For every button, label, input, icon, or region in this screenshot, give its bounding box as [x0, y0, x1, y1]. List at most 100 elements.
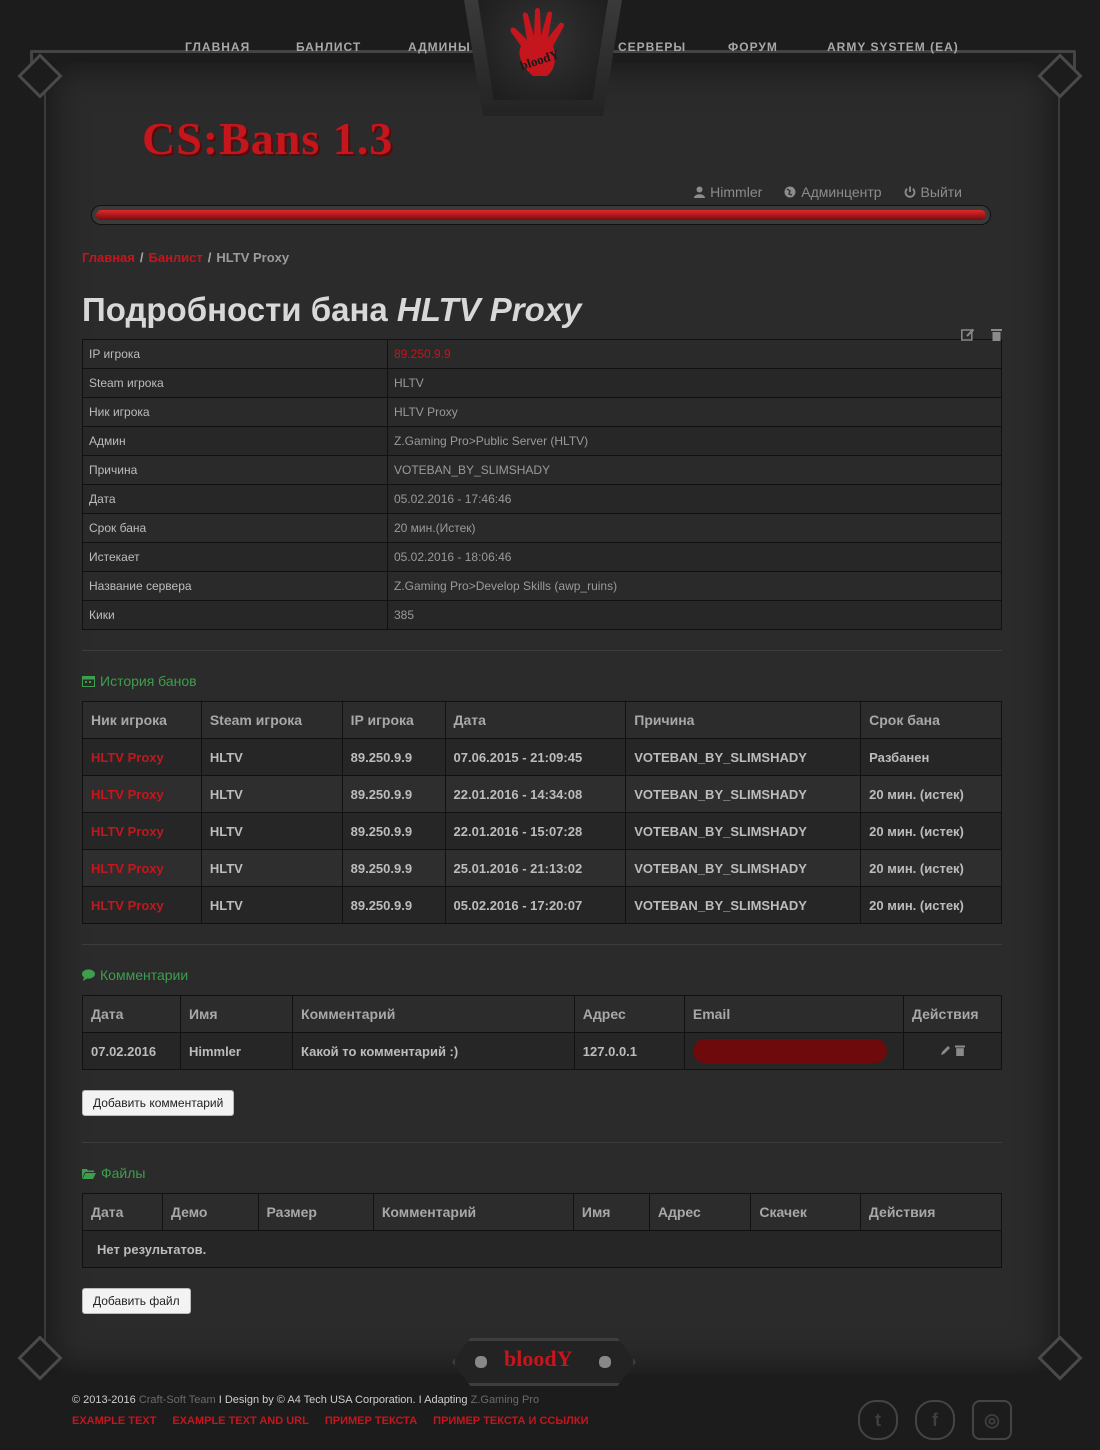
table-row: HLTV Proxy HLTV 89.250.9.9 22.01.2016 - 15:… — [82, 812, 1002, 850]
instagram-icon[interactable]: ◎ — [972, 1400, 1012, 1440]
table-cell: VOTEBAN_BY_SLIMSHADY — [625, 812, 862, 850]
table-cell: 22.01.2016 - 14:34:08 — [444, 775, 627, 813]
footer-adapter-link[interactable]: Z.Gaming Pro — [471, 1394, 539, 1406]
detail-label: Админ — [82, 426, 388, 456]
facebook-icon[interactable]: f — [915, 1400, 955, 1440]
footer-link[interactable]: ПРИМЕР ТЕКСТА И ССЫЛКИ — [433, 1415, 588, 1427]
divider — [82, 944, 1002, 945]
page-title-prefix: Подробности бана — [82, 291, 388, 328]
table-cell: 20 мин. (истек) — [860, 886, 1002, 924]
trash-icon[interactable] — [991, 328, 1002, 341]
column-header[interactable]: Комментарий — [372, 1193, 574, 1231]
files-title: Файлы — [101, 1165, 146, 1181]
breadcrumb-banlist[interactable]: Банлист — [149, 250, 203, 265]
files-section-title: Файлы — [82, 1165, 1002, 1181]
comment-email — [683, 1032, 905, 1070]
user-bar: Himmler Админцентр Выйти — [694, 184, 962, 200]
footer-design: I Design by © A4 Tech USA Corporation. I… — [218, 1394, 468, 1406]
table-cell: HLTV — [200, 849, 343, 887]
column-header[interactable]: Демо — [161, 1193, 259, 1231]
table-row: HLTV Proxy HLTV 89.250.9.9 05.02.2016 - 17:… — [82, 886, 1002, 924]
player-link[interactable]: HLTV Proxy — [82, 775, 202, 813]
column-header[interactable]: Комментарий — [292, 995, 575, 1033]
comment-name: Himmler — [179, 1032, 294, 1070]
table-row: HLTV Proxy HLTV 89.250.9.9 07.06.2015 - 21:… — [82, 738, 1002, 776]
column-header[interactable]: Действия — [859, 1193, 1003, 1231]
breadcrumb-separator: / — [207, 250, 212, 265]
column-header[interactable]: Дата — [82, 995, 181, 1033]
pencil-icon[interactable] — [940, 1045, 951, 1056]
nav-item-servers[interactable]: СЕРВЕРЫ — [618, 40, 686, 54]
nav-item-admins[interactable]: АДМИНЫ — [408, 40, 471, 54]
player-link[interactable]: HLTV Proxy — [82, 812, 202, 850]
footer-team-link[interactable]: Craft-Soft Team — [139, 1394, 216, 1406]
detail-value: 05.02.2016 - 17:46:46 — [387, 484, 1002, 514]
detail-label: Ник игрока — [82, 397, 388, 427]
calendar-icon — [82, 676, 95, 687]
screw-icon — [474, 1355, 488, 1369]
table-cell: 20 мин. (истек) — [860, 775, 1002, 813]
redacted-email — [692, 1039, 887, 1063]
twitter-icon[interactable]: t — [858, 1400, 898, 1440]
detail-row: Дата 05.02.2016 - 17:46:46 — [82, 484, 1002, 514]
detail-row: IP игрока 89.250.9.9 — [82, 339, 1002, 369]
column-header[interactable]: Дата — [444, 701, 627, 739]
column-header[interactable]: Email — [683, 995, 905, 1033]
nav-item-army-system[interactable]: ARMY SYSTEM (EA) — [827, 40, 959, 54]
column-header[interactable]: Действия — [903, 995, 1002, 1033]
column-header[interactable]: Скачек — [750, 1193, 861, 1231]
detail-label: Название сервера — [82, 571, 388, 601]
add-file-button[interactable]: Добавить файл — [82, 1288, 191, 1314]
footer-link[interactable]: EXAMPLE TEXT AND URL — [172, 1415, 309, 1427]
trash-icon[interactable] — [954, 1045, 965, 1056]
main-content: Главная / Банлист / HLTV Proxy Подробности б… — [82, 240, 1003, 1314]
column-header[interactable]: Имя — [179, 995, 294, 1033]
site-brand[interactable]: CS:Bans 1.3 — [142, 112, 393, 165]
column-header[interactable]: Steam игрока — [200, 701, 343, 739]
logout-link[interactable]: Выйти — [904, 184, 962, 200]
admin-center-link[interactable]: Админцентр — [784, 184, 882, 200]
user-icon — [694, 186, 706, 198]
nav-item-forum[interactable]: ФОРУМ — [728, 40, 778, 54]
column-header[interactable]: Причина — [625, 701, 862, 739]
breadcrumb-separator: / — [139, 250, 144, 265]
player-link[interactable]: HLTV Proxy — [82, 849, 202, 887]
nav-item-home[interactable]: ГЛАВНАЯ — [185, 40, 250, 54]
edit-icon[interactable] — [961, 328, 975, 341]
detail-row: Ник игрока HLTV Proxy — [82, 397, 1002, 427]
column-header[interactable]: Адрес — [648, 1193, 752, 1231]
divider — [82, 650, 1002, 651]
screw-icon — [598, 1355, 612, 1369]
breadcrumb-home[interactable]: Главная — [82, 250, 135, 265]
add-comment-button[interactable]: Добавить комментарий — [82, 1090, 235, 1116]
player-link[interactable]: HLTV Proxy — [82, 738, 202, 776]
footer-link[interactable]: EXAMPLE TEXT — [72, 1415, 156, 1427]
user-link[interactable]: Himmler — [694, 184, 762, 200]
column-header[interactable]: Размер — [257, 1193, 374, 1231]
nav-item-banlist[interactable]: БАНЛИСТ — [296, 40, 361, 54]
column-header[interactable]: Ник игрока — [82, 701, 202, 739]
detail-row: Steam игрока HLTV — [82, 368, 1002, 398]
comment-actions — [903, 1032, 1002, 1070]
detail-label: Кики — [82, 600, 388, 630]
detail-value: 20 мин.(Истек) — [387, 513, 1002, 543]
column-header[interactable]: Имя — [572, 1193, 650, 1231]
footer-copyright: © 2013-2016 — [72, 1394, 136, 1406]
footer-link[interactable]: ПРИМЕР ТЕКСТА — [325, 1415, 417, 1427]
table-cell: VOTEBAN_BY_SLIMSHADY — [625, 886, 862, 924]
column-header[interactable]: IP игрока — [341, 701, 446, 739]
column-header[interactable]: Срок бана — [860, 701, 1002, 739]
table-row: HLTV Proxy HLTV 89.250.9.9 22.01.2016 - 14:… — [82, 775, 1002, 813]
detail-row: Истекает 05.02.2016 - 18:06:46 — [82, 542, 1002, 572]
detail-row: Название сервера Z.Gaming Pro>Develop Ski… — [82, 571, 1002, 601]
divider — [82, 1142, 1002, 1143]
column-header[interactable]: Адрес — [573, 995, 685, 1033]
player-link[interactable]: HLTV Proxy — [82, 886, 202, 924]
table-cell: 20 мин. (истек) — [860, 849, 1002, 887]
table-cell: HLTV — [200, 775, 343, 813]
detail-value: HLTV Proxy — [387, 397, 1002, 427]
detail-label: Дата — [82, 484, 388, 514]
detail-value: Z.Gaming Pro>Develop Skills (awp_ruins) — [387, 571, 1002, 601]
comment-date: 07.02.2016 — [82, 1032, 181, 1070]
column-header[interactable]: Дата — [82, 1193, 163, 1231]
